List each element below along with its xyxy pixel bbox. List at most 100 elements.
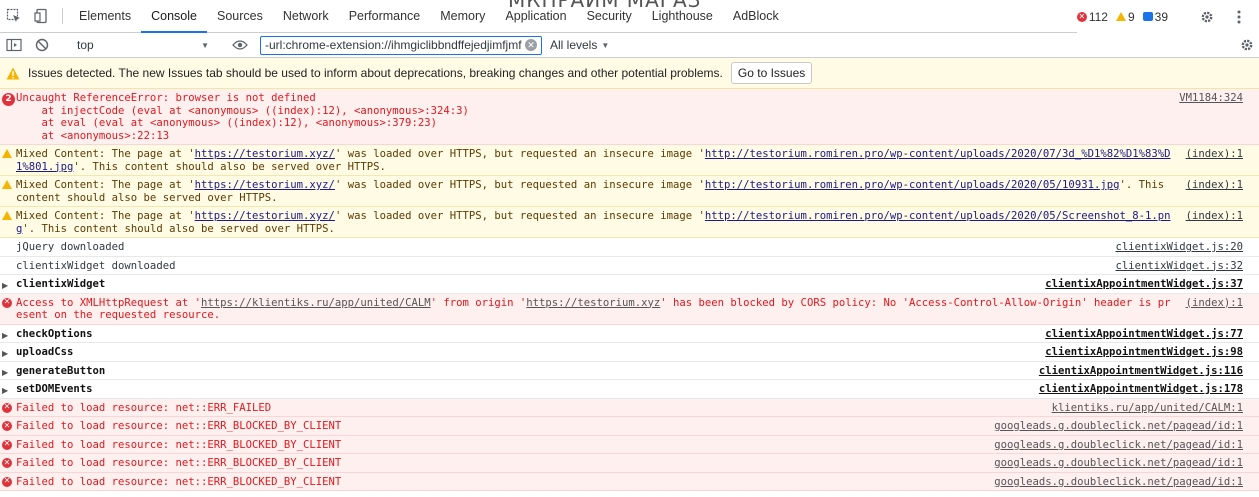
device-icon[interactable]: [28, 0, 56, 32]
chevron-down-icon: ▼: [601, 40, 610, 50]
filter-input[interactable]: -url:chrome-extension://ihmgiclibbndffej…: [260, 35, 542, 55]
source-link[interactable]: clientixWidget.js:20: [1115, 241, 1243, 254]
error-icon: ✕: [2, 457, 12, 468]
tab-performance[interactable]: Performance: [339, 0, 431, 32]
tab-memory[interactable]: Memory: [430, 0, 495, 32]
console-group[interactable]: ▶ clientixAppointmentWidget.js:98 uploadCs…: [0, 343, 1259, 362]
source-link[interactable]: googleads.g.doubleclick.net/pagead/id:1: [994, 420, 1243, 433]
message-text: Mixed Content: The page at 'https://test…: [16, 148, 1171, 173]
warning-icon: [1115, 12, 1126, 21]
tab-security[interactable]: Security: [577, 0, 642, 32]
tab-adblock[interactable]: AdBlock: [723, 0, 789, 32]
source-link[interactable]: (index):1: [1186, 148, 1243, 161]
tab-elements[interactable]: Elements: [69, 0, 141, 32]
error-icon: ✕: [2, 420, 12, 431]
source-link[interactable]: clientixAppointmentWidget.js:37: [1045, 278, 1243, 291]
console-group[interactable]: ▶ clientixAppointmentWidget.js:77 checkOpt…: [0, 324, 1259, 343]
stack-frame: at <anonymous>:22:13: [16, 129, 170, 142]
console-group[interactable]: ▶ clientixAppointmentWidget.js:116 generat…: [0, 361, 1259, 380]
expand-caret-icon: ▶: [2, 349, 9, 358]
url-link[interactable]: http://testorium.romiren.pro/wp-content/…: [16, 210, 1170, 235]
error-icon: ✕: [2, 297, 12, 308]
warning-icon: [2, 149, 12, 158]
stack-frame: at injectCode (eval at <anonymous> ((ind…: [16, 104, 469, 117]
source-link[interactable]: clientixWidget.js:32: [1115, 260, 1243, 273]
expand-caret-icon: ▶: [2, 281, 9, 290]
clear-filter-icon[interactable]: ✕: [525, 39, 537, 51]
message-text: Failed to load resource: net::ERR_FAILED: [16, 401, 272, 414]
sidebar-icon[interactable]: [0, 38, 28, 52]
go-to-issues-button[interactable]: Go to Issues: [730, 62, 813, 84]
message-text: Failed to load resource: net::ERR_BLOCKE…: [16, 475, 342, 488]
devtools-tabbar: Elements Console Sources Network Performance…: [0, 0, 1259, 33]
source-link[interactable]: (index):1: [1186, 297, 1243, 310]
tabbar-right: ✕ 112 9 39: [1076, 0, 1259, 33]
message-text: checkOptions: [16, 327, 93, 340]
console-settings-icon[interactable]: [1239, 37, 1255, 56]
message-text: Failed to load resource: net::ERR_BLOCKE…: [16, 438, 342, 451]
source-link[interactable]: googleads.g.doubleclick.net/pagead/id:1: [994, 439, 1243, 452]
console-message: clientixWidget.js:20 jQuery downloaded: [0, 238, 1259, 257]
source-link[interactable]: clientixAppointmentWidget.js:116: [1039, 365, 1243, 378]
url-link[interactable]: http://testorium.romiren.pro/wp-content/…: [705, 179, 1120, 191]
message-text: Failed to load resource: net::ERR_BLOCKE…: [16, 420, 342, 432]
console-message: clientixWidget.js:32 clientixWidget downl…: [0, 256, 1259, 275]
message-text: jQuery downloaded: [16, 241, 125, 253]
context-select[interactable]: top ▼: [73, 38, 213, 52]
console-message: ✕ googleads.g.doubleclick.net/pagead/id:1…: [0, 472, 1259, 491]
divider: [62, 8, 63, 24]
console-group[interactable]: ▶ clientixAppointmentWidget.js:37 clientix…: [0, 275, 1259, 294]
inspect-icon[interactable]: [0, 0, 28, 32]
tab-network[interactable]: Network: [273, 0, 339, 32]
source-link[interactable]: klientiks.ru/app/united/CALM:1: [1052, 402, 1243, 415]
stack-frame: at eval (eval at <anonymous> ((index):12…: [16, 117, 437, 129]
error-icon: ✕: [2, 476, 12, 487]
message-text: setDOMEvents: [16, 383, 93, 395]
source-link[interactable]: (index):1: [1186, 210, 1243, 223]
gear-icon[interactable]: [1193, 9, 1221, 25]
warning-count[interactable]: 9: [1115, 9, 1135, 24]
expand-caret-icon: ▶: [2, 386, 9, 395]
console-message: (index):1 Mixed Content: The page at 'htt…: [0, 145, 1259, 176]
tab-sources[interactable]: Sources: [207, 0, 273, 32]
error-icon: ✕: [2, 439, 12, 450]
more-icon[interactable]: [1225, 9, 1253, 25]
console-message: 2 VM1184:324 Uncaught ReferenceError: brow…: [0, 89, 1259, 145]
url-link[interactable]: https://testorium.xyz/: [195, 148, 335, 160]
console-message: (index):1 Mixed Content: The page at 'htt…: [0, 207, 1259, 238]
url-link[interactable]: http://testorium.romiren.pro/wp-content/…: [16, 148, 1170, 173]
error-count[interactable]: ✕ 112: [1076, 9, 1108, 24]
source-link[interactable]: clientixAppointmentWidget.js:178: [1039, 383, 1243, 396]
source-link[interactable]: googleads.g.doubleclick.net/pagead/id:1: [994, 457, 1243, 470]
url-link[interactable]: https://testorium.xyz: [526, 297, 660, 309]
clear-icon[interactable]: [28, 38, 56, 52]
source-link[interactable]: clientixAppointmentWidget.js:77: [1045, 328, 1243, 341]
message-text: clientixWidget downloaded: [16, 259, 176, 272]
levels-dropdown[interactable]: All levels ▼: [550, 38, 609, 52]
chevron-down-icon: ▼: [201, 40, 209, 50]
context-value: top: [77, 38, 94, 52]
tab-lighthouse[interactable]: Lighthouse: [642, 0, 723, 32]
eye-icon[interactable]: [226, 39, 254, 51]
error-icon: 2: [2, 93, 15, 106]
source-link[interactable]: clientixAppointmentWidget.js:98: [1045, 346, 1243, 359]
info-count-value: 39: [1154, 9, 1168, 24]
tab-console[interactable]: Console: [141, 0, 207, 33]
console-message: ✕ googleads.g.doubleclick.net/pagead/id:1…: [0, 454, 1259, 473]
source-link[interactable]: VM1184:324: [1179, 92, 1243, 105]
message-text: clientixWidget: [16, 278, 106, 290]
url-link[interactable]: https://testorium.xyz/: [195, 210, 335, 222]
message-text: Mixed Content: The page at 'https://test…: [16, 210, 1171, 235]
url-link[interactable]: https://klientiks.ru/app/united/CALM: [201, 297, 431, 309]
url-link[interactable]: https://testorium.xyz/: [195, 179, 335, 191]
source-link[interactable]: (index):1: [1186, 179, 1243, 192]
info-count[interactable]: 39: [1142, 9, 1168, 24]
tab-application[interactable]: Application: [495, 0, 576, 32]
warning-count-value: 9: [1127, 9, 1135, 24]
message-text: generateButton: [16, 364, 106, 377]
source-link[interactable]: googleads.g.doubleclick.net/pagead/id:1: [994, 476, 1243, 489]
console-message: ✕ (index):1 Access to XMLHttpRequest at 'h…: [0, 293, 1259, 325]
error-count-value: 112: [1088, 9, 1108, 24]
console-group[interactable]: ▶ clientixAppointmentWidget.js:178 setDOME…: [0, 380, 1259, 399]
message-text: Access to XMLHttpRequest at 'https://kli…: [16, 296, 1171, 322]
